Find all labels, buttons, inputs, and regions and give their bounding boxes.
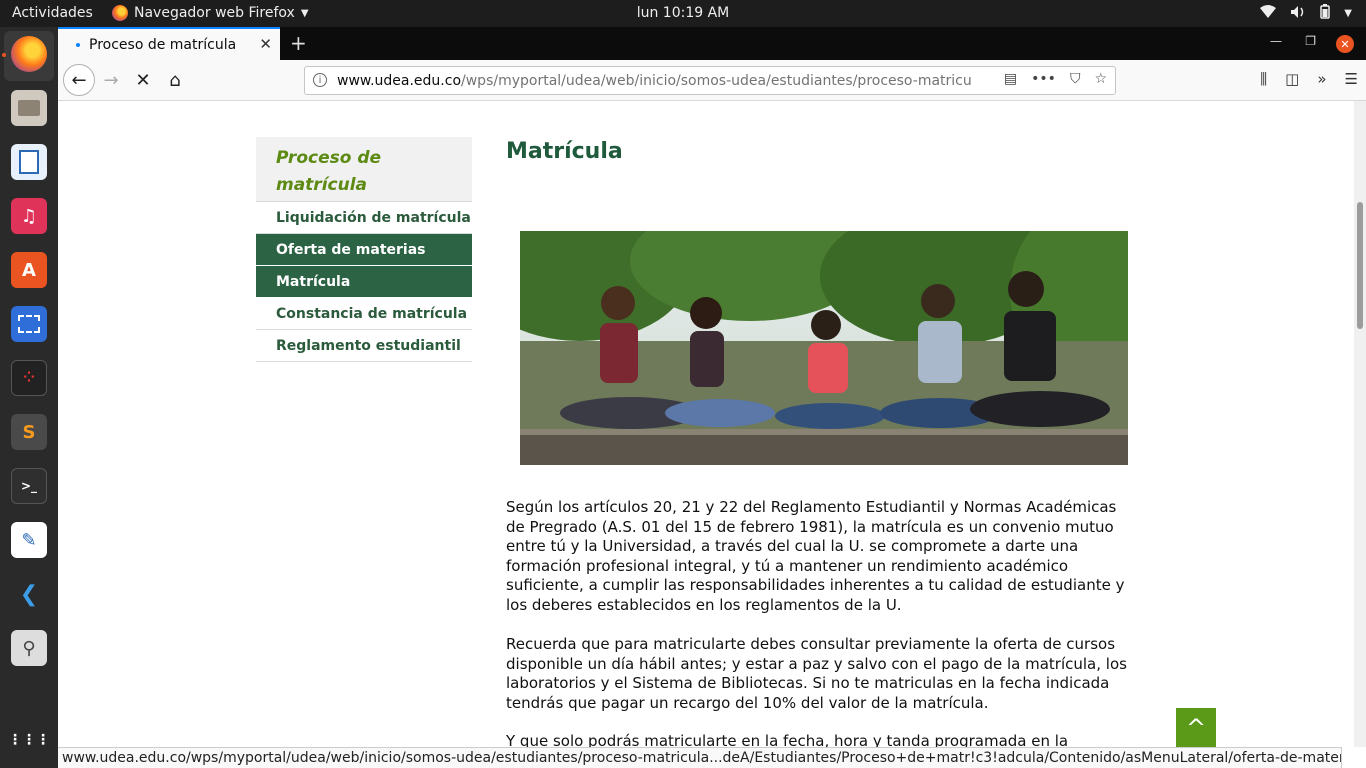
- web-page: Proceso de matrícula Liquidación de matr…: [58, 101, 1354, 747]
- side-menu-heading: Proceso de matrícula: [256, 137, 472, 202]
- clock[interactable]: lun 10:19 AM: [0, 5, 1366, 21]
- files-icon[interactable]: [11, 90, 47, 126]
- back-to-top-button[interactable]: ^: [1176, 708, 1216, 747]
- overflow-chevron-icon[interactable]: »: [1317, 70, 1326, 88]
- new-tab-button[interactable]: +: [290, 31, 307, 55]
- students-photo: [520, 231, 1128, 465]
- tab-bar: Proceso de matrícula ✕ + — ❐ ✕: [58, 27, 1366, 60]
- sublime-text-icon[interactable]: S: [11, 414, 47, 450]
- text-editor-icon[interactable]: ✎: [11, 522, 47, 558]
- sidebar-item-matricula[interactable]: Matrícula: [256, 266, 472, 298]
- tab-title: Proceso de matrícula: [89, 36, 237, 53]
- sidebar-item-reglamento[interactable]: Reglamento estudiantil: [256, 330, 472, 362]
- url-bar[interactable]: i www.udea.edu.co /wps/myportal/udea/web…: [304, 66, 1116, 95]
- vscode-icon[interactable]: ❮: [11, 576, 47, 612]
- side-menu: Proceso de matrícula Liquidación de matr…: [256, 137, 472, 362]
- dots-app-icon[interactable]: ⁘: [11, 360, 47, 396]
- firefox-icon[interactable]: [11, 36, 47, 72]
- writer-document-icon[interactable]: [11, 144, 47, 180]
- page-title: Matrícula: [506, 139, 623, 164]
- pocket-icon[interactable]: ⛉: [1070, 71, 1081, 87]
- back-button[interactable]: ←: [63, 64, 95, 96]
- software-center-icon[interactable]: A: [11, 252, 47, 288]
- toolbar-right: ⫼ ◫ » ☰: [1260, 70, 1358, 88]
- sidebar-icon[interactable]: ◫: [1285, 70, 1299, 88]
- close-icon[interactable]: ✕: [259, 35, 272, 53]
- dock: ♫ A ⁘ S >_ ✎ ❮ ⚲ ⋮⋮⋮: [0, 27, 58, 768]
- url-path: /wps/myportal/udea/web/inicio/somos-udea…: [461, 72, 972, 89]
- music-icon[interactable]: ♫: [11, 198, 47, 234]
- library-icon[interactable]: ⫼: [1260, 70, 1267, 88]
- url-domain: www.udea.edu.co: [337, 72, 462, 89]
- status-url-overlay: www.udea.edu.co/wps/myportal/udea/web/in…: [58, 747, 1342, 768]
- tab-proceso-de-matricula[interactable]: Proceso de matrícula ✕: [58, 27, 280, 60]
- show-applications-icon[interactable]: ⋮⋮⋮: [8, 722, 50, 758]
- home-button[interactable]: ⌂: [160, 65, 190, 95]
- system-top-bar: Actividades Navegador web Firefox ▼ lun …: [0, 0, 1366, 27]
- bookmark-star-icon[interactable]: ☆: [1094, 71, 1107, 87]
- intro-paragraph: Según los artículos 20, 21 y 22 del Regl…: [506, 498, 1125, 614]
- page-scrollbar[interactable]: [1354, 101, 1366, 747]
- screenshot-icon[interactable]: [11, 306, 47, 342]
- minimize-button[interactable]: —: [1270, 34, 1282, 48]
- close-window-button[interactable]: ✕: [1336, 35, 1354, 53]
- volume-icon[interactable]: [1290, 5, 1306, 23]
- search-icon[interactable]: ⚲: [11, 630, 47, 666]
- reader-view-icon[interactable]: ▤: [1004, 71, 1017, 87]
- battery-icon[interactable]: [1320, 4, 1331, 23]
- requirements-paragraph: Recuerda que para matricularte debes con…: [506, 635, 1127, 712]
- restore-button[interactable]: ❐: [1305, 34, 1316, 48]
- sidebar-item-constancia[interactable]: Constancia de matrícula: [256, 298, 472, 330]
- wifi-icon[interactable]: [1260, 4, 1277, 23]
- sidebar-item-liquidacion[interactable]: Liquidación de matrícula: [256, 202, 472, 234]
- forward-button[interactable]: →: [96, 65, 126, 95]
- terminal-icon[interactable]: >_: [11, 468, 47, 504]
- system-tray[interactable]: ▼: [1260, 4, 1352, 23]
- running-indicator: [2, 53, 6, 57]
- schedule-paragraph: Y que solo podrás matricularte en la fec…: [506, 732, 1069, 747]
- stop-loading-button[interactable]: ✕: [128, 65, 158, 95]
- info-icon[interactable]: i: [313, 73, 327, 87]
- hamburger-menu-icon[interactable]: ☰: [1345, 70, 1358, 88]
- sidebar-item-oferta-de-materias[interactable]: Oferta de materias: [256, 234, 472, 266]
- scrollbar-thumb[interactable]: [1357, 202, 1363, 329]
- loading-dot-icon: [76, 42, 80, 47]
- chevron-down-icon[interactable]: ▼: [1344, 8, 1352, 19]
- page-actions-icon[interactable]: •••: [1031, 71, 1056, 87]
- navigation-toolbar: ← → ✕ ⌂ i www.udea.edu.co /wps/myportal/…: [58, 60, 1366, 101]
- url-actions: ▤ ••• ⛉ ☆: [993, 71, 1107, 87]
